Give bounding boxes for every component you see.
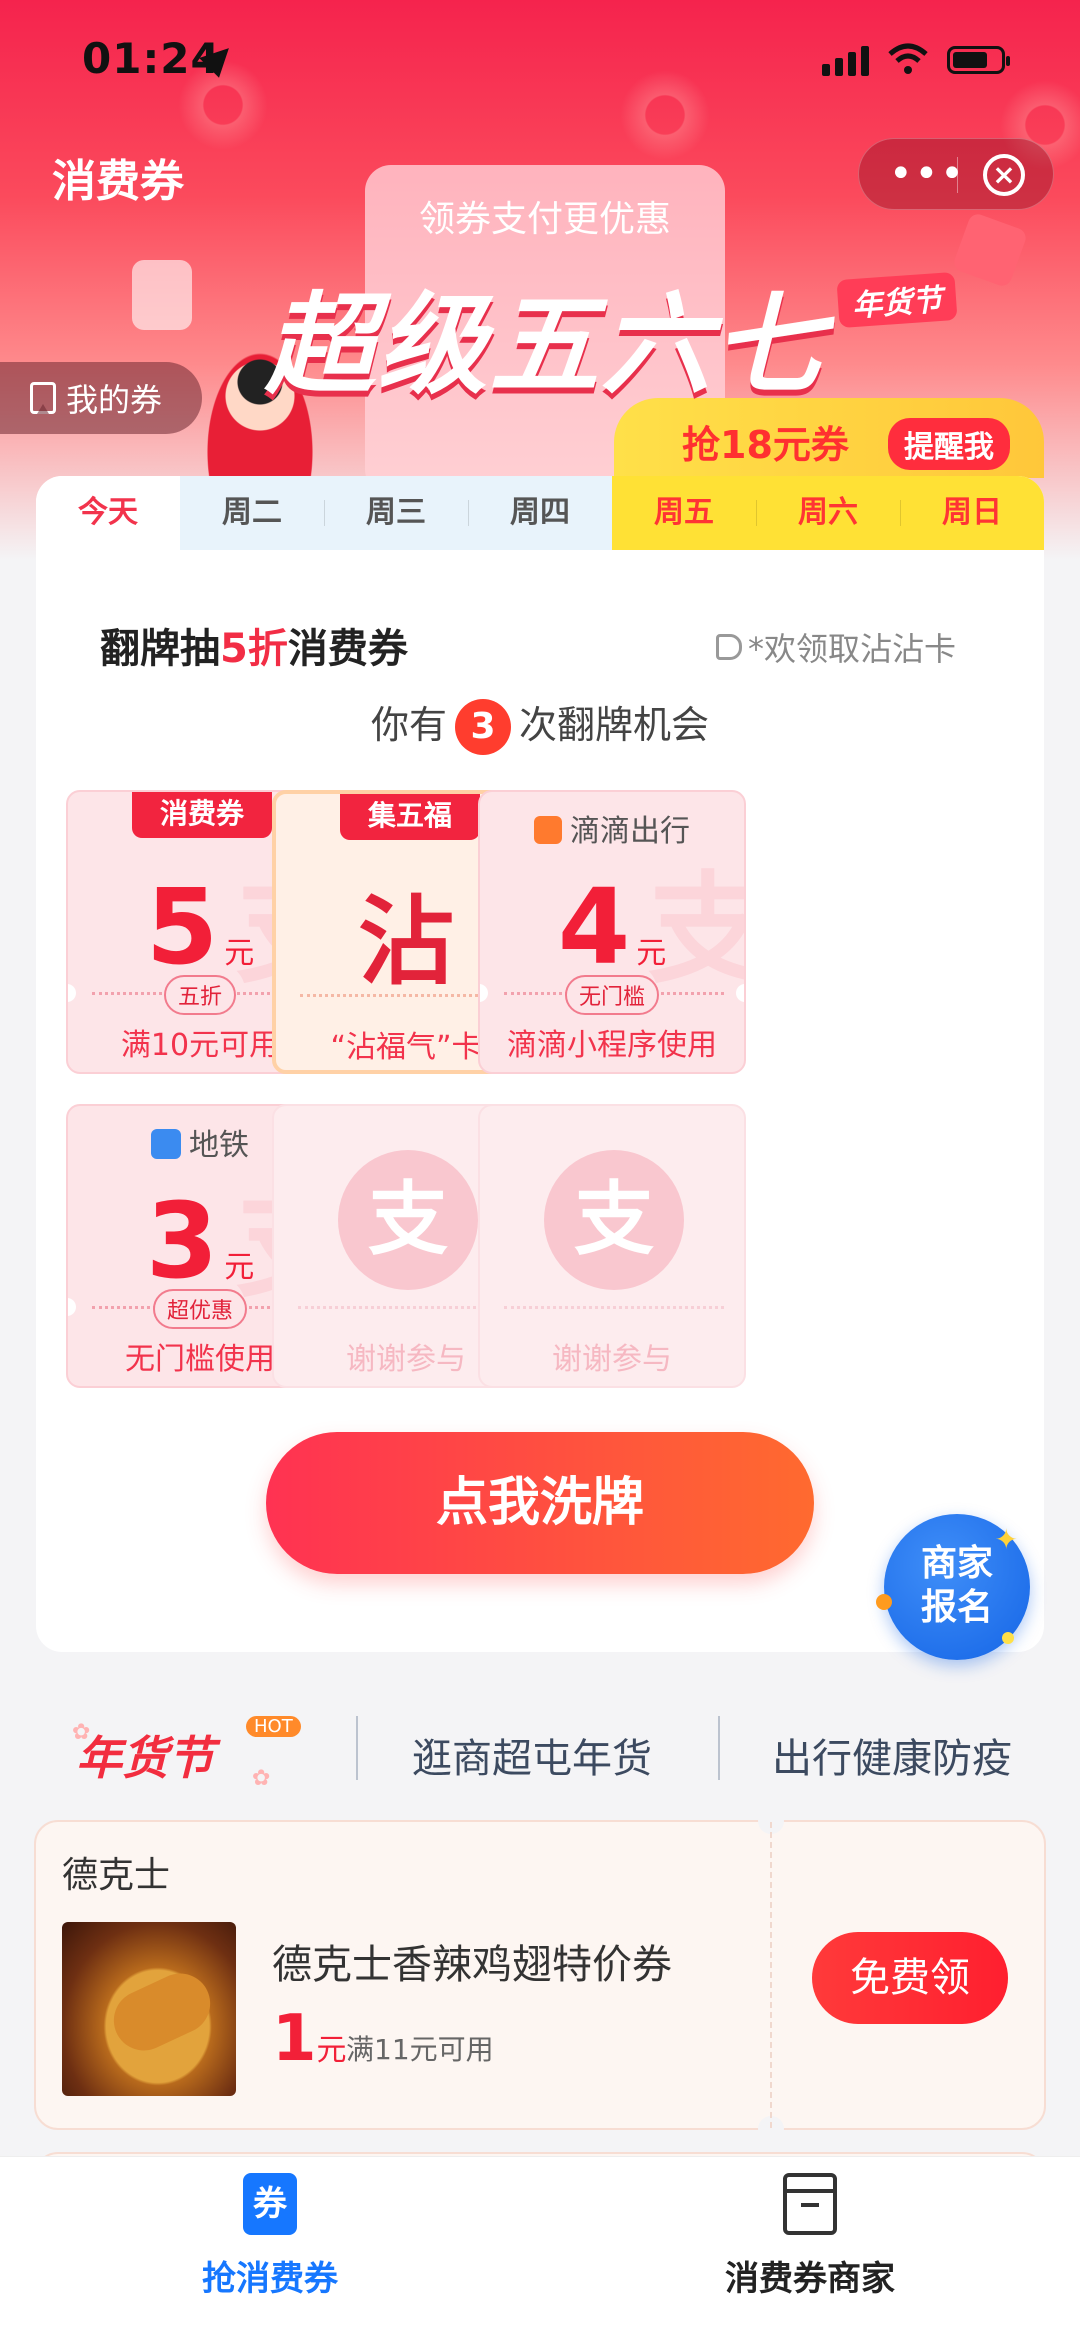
promo-subtitle: 领券支付更优惠: [418, 199, 671, 240]
card-pill: 无门槛: [564, 975, 660, 1015]
cup-decoration: [132, 260, 192, 330]
didi-icon: [534, 816, 562, 844]
coupon-icon: 券: [243, 2173, 297, 2235]
grab-coupon-text: 抢18元券: [682, 423, 849, 467]
hot-badge: HOT: [246, 1716, 301, 1737]
coupon-condition: 满11元可用: [346, 2033, 494, 2066]
thanks-card[interactable]: 支 谢谢参与: [478, 1104, 746, 1388]
tab-merchants[interactable]: 消费券商家: [660, 2173, 960, 2300]
status-bar: 01:24: [0, 0, 1080, 120]
wifi-icon: [888, 43, 928, 74]
price-unit: 元: [316, 2033, 347, 2068]
category-divider: [356, 1716, 358, 1780]
chances-prefix: 你有: [370, 703, 447, 747]
flip-title-prefix: 翻牌抽: [100, 626, 220, 672]
card-amount: 4元: [480, 866, 744, 988]
chances-count: 3: [455, 699, 511, 755]
capsule-divider: [957, 157, 958, 193]
signal-icon: [822, 46, 869, 76]
tab-friday[interactable]: 周五: [612, 476, 756, 550]
coupon-card: 德克士 德克士香辣鸡翅特价券 1元 满11元可用 免费领: [34, 1808, 1046, 2142]
remind-me-button[interactable]: 提醒我: [888, 418, 1010, 470]
card-ribbon: 消费券: [132, 792, 272, 838]
category-festival[interactable]: 年货节: [76, 1722, 214, 1788]
my-coupons-label: 我的券: [66, 381, 163, 419]
amount-value: 5: [145, 866, 219, 988]
flip-title-highlight: 5折: [220, 626, 288, 672]
claim-button[interactable]: 免费领: [812, 1932, 1008, 2024]
promo-headline: 超级五六七: [265, 281, 825, 409]
flower-icon: ✿: [252, 1766, 271, 1791]
brand-label: 滴滴出行: [570, 814, 690, 849]
alipay-logo-icon: 支: [544, 1150, 684, 1290]
speaker-icon: [716, 634, 742, 660]
amount-unit: 元: [636, 936, 667, 971]
tab-label: 消费券商家: [725, 2259, 895, 2299]
tab-label: 抢消费券: [202, 2259, 338, 2299]
coupon-price: 1元: [272, 2002, 347, 2076]
category-supermarket[interactable]: 逛商超屯年货: [412, 1726, 652, 1784]
category-divider: [718, 1716, 720, 1780]
card-divider: [504, 1306, 724, 1309]
lottery-card: 今天 周二 周三 周四 周五 周六 周日 翻牌抽5折消费券 *欢领取沾沾卡 你有…: [36, 476, 1044, 1652]
card-brand: 滴滴出行: [480, 806, 744, 850]
tab-today[interactable]: 今天: [36, 476, 180, 550]
category-travel-health[interactable]: 出行健康防疫: [772, 1726, 1012, 1784]
day-tabs: 今天 周二 周三 周四 周五 周六 周日: [36, 476, 1044, 550]
alipay-logo-icon: 支: [338, 1150, 478, 1290]
coupon-divider: [770, 1822, 772, 2128]
bookmark-icon: [30, 382, 56, 414]
coupon-title: 德克士香辣鸡翅特价券: [272, 1942, 672, 1988]
amount-value: 4: [557, 866, 631, 988]
welcome-text: *欢领取沾沾卡: [748, 630, 957, 668]
shuffle-button[interactable]: 点我洗牌: [266, 1432, 814, 1574]
more-icon[interactable]: •••: [889, 154, 966, 194]
decor-dot: [1002, 1632, 1014, 1644]
coupon-card-didi[interactable]: 支 滴滴出行 4元 无门槛 滴滴小程序使用: [478, 790, 746, 1074]
sparkle-icon: ✦: [994, 1523, 1018, 1556]
metro-icon: [151, 1129, 181, 1159]
promo-tag: 年货节: [836, 271, 958, 329]
category-row: ✿ ✿ 年货节 HOT 逛商超屯年货 出行健康防疫: [0, 1700, 1080, 1800]
card-caption: 谢谢参与: [552, 1342, 672, 1377]
tab-saturday[interactable]: 周六: [756, 476, 900, 550]
bottom-tab-bar: 券 抢消费券 消费券商家: [0, 2156, 1080, 2337]
welcome-notice: *欢领取沾沾卡: [716, 624, 956, 670]
amount-unit: 元: [224, 936, 255, 971]
shop-icon: [783, 2173, 837, 2235]
card-ribbon: 集五福: [340, 794, 480, 840]
page-title: 消费券: [52, 156, 184, 207]
battery-icon: [947, 46, 1010, 74]
chances-suffix: 次翻牌机会: [519, 703, 710, 747]
coupon-product-image: [62, 1922, 236, 2096]
coupon-shop-name: 德克士: [62, 1855, 171, 1896]
merchant-line2: 报名: [920, 1587, 993, 1628]
amount-unit: 元: [224, 1250, 255, 1285]
my-coupons-button[interactable]: 我的券: [0, 362, 202, 434]
tab-thursday[interactable]: 周四: [468, 476, 612, 550]
merchant-signup-button[interactable]: ✦ 商家 报名: [876, 1514, 1030, 1660]
flip-title: 翻牌抽5折消费券: [100, 616, 408, 674]
mini-program-capsule: ••• ×: [858, 138, 1054, 210]
brand-label: 地铁: [189, 1128, 249, 1163]
close-icon[interactable]: ×: [983, 154, 1025, 196]
flip-chances: 你有 3 次翻牌机会: [36, 694, 1044, 755]
card-pill: 五折: [163, 975, 237, 1015]
gift-decoration: [951, 211, 1029, 289]
amount-value: 3: [145, 1180, 219, 1302]
tab-sunday[interactable]: 周日: [900, 476, 1044, 550]
flip-title-suffix: 消费券: [287, 626, 408, 672]
tab-tuesday[interactable]: 周二: [180, 476, 324, 550]
decor-dot: [876, 1594, 892, 1610]
tab-grab-coupons[interactable]: 券 抢消费券: [120, 2173, 420, 2300]
price-value: 1: [272, 2002, 317, 2076]
card-caption: 滴滴小程序使用: [507, 1028, 717, 1063]
tab-wednesday[interactable]: 周三: [324, 476, 468, 550]
card-pill: 超优惠: [152, 1289, 248, 1329]
